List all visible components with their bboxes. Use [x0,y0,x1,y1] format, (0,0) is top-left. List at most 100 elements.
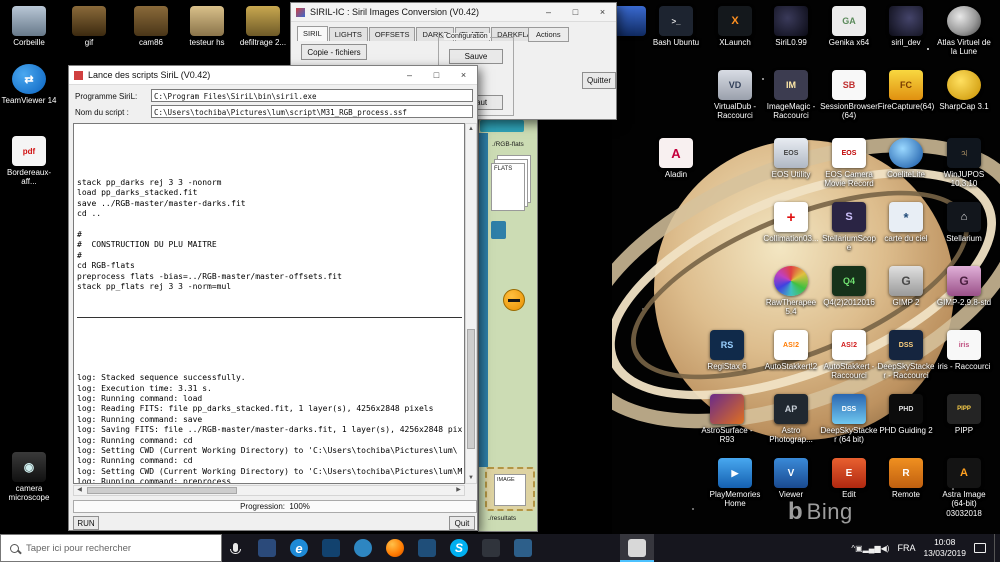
language-indicator[interactable]: FRA [897,543,915,553]
icon-registax[interactable]: RS RegiStax 6 [698,330,756,371]
icon-aladin[interactable]: A Aladin [647,138,705,179]
sauve-button[interactable]: Sauve [449,49,503,64]
flow-image-node[interactable]: IMAGE [485,467,535,511]
copie-fichiers-button[interactable]: Copie - fichiers [301,44,367,60]
scroll-left-icon[interactable]: ◀ [74,486,85,495]
icon-sharpcap[interactable]: SharpCap 3.1 [935,70,993,111]
icon-gif[interactable]: gif [60,6,118,47]
icon-sessionbrowser[interactable]: SB SessionBrowser (64) [820,70,878,121]
taskbar-app1-icon[interactable] [252,534,282,562]
icon-astro-photo[interactable]: AP Astro Photograp... [762,394,820,445]
icon-imagemagic[interactable]: IM ImageMagic - Raccourci [762,70,820,121]
flow-tab-decor[interactable] [480,120,524,132]
taskbar-edge-icon[interactable]: e [284,534,314,562]
icon-siril-099[interactable]: SiriL0.99 [762,6,820,47]
tray-volume-icon[interactable]: ◀) [881,544,890,553]
tab-lights[interactable]: LIGHTS [328,27,368,41]
icon-eos-utility[interactable]: EOS EOS Utility [762,138,820,179]
icon-bordereaux-pdf[interactable]: pdf Bordereaux-aff... [0,136,58,187]
icon-astrosurface[interactable]: AstroSurface -R93 [698,394,756,445]
icon-playmemories[interactable]: ▶ PlayMemories Home [706,458,764,509]
icon-corbeille[interactable]: Corbeille [0,6,58,47]
taskbar-firefox-icon[interactable] [380,534,410,562]
icon-collimation[interactable]: + Collimation03... [762,202,820,243]
icon-atlas-lune[interactable]: Atlas Virtuel de la Lune [935,6,993,57]
icon-winjupos[interactable]: ♃ WinJUPOS 10.3.10 [935,138,993,189]
icon-rawtherapee[interactable]: RawTherapee 5.4 [762,266,820,317]
icon-iris[interactable]: iris iris - Raccourci [935,330,993,371]
taskbar-app5-icon[interactable] [476,534,506,562]
scrollbar-thumb[interactable] [467,329,475,449]
icon-stellarium[interactable]: ⌂ Stellarium [935,202,993,243]
close-button[interactable]: × [589,3,616,21]
run-button[interactable]: RUN [73,516,99,530]
icon-phd2[interactable]: PHD PHD Guiding 2 [877,394,935,435]
taskbar-sirilic-icon[interactable] [620,534,654,562]
clock[interactable]: 10:08 13/03/2019 [923,537,966,558]
icon-siril-dev[interactable]: siril_dev [877,6,935,47]
tray-network-icon[interactable]: ▂▄▆ [863,544,881,553]
script-path-field[interactable]: C:\Users\tochiba\Pictures\lum\script\M31… [151,105,473,118]
vertical-scrollbar[interactable]: ▲ ▼ [465,123,477,484]
close-button[interactable]: × [450,66,477,84]
console-output[interactable]: stack pp_darks rej 3 3 -nonorm load pp_da… [73,123,465,484]
action-center-icon[interactable] [974,543,986,553]
search-input[interactable] [26,542,196,554]
taskbar-app2-icon[interactable] [316,534,346,562]
programme-path-field[interactable]: C:\Program Files\SiriL\bin\siril.exe [151,89,473,102]
horizontal-scrollbar[interactable]: ◀ ▶ [73,485,465,496]
taskbar-skype-icon[interactable]: S [444,534,474,562]
flow-merge-node[interactable] [503,289,525,311]
icon-teamviewer[interactable]: ⇄ TeamViewer 14 [0,64,58,105]
icon-bash-ubuntu[interactable]: >_ Bash Ubuntu [647,6,705,47]
maximize-button[interactable]: □ [423,66,450,84]
icon-autostakkert[interactable]: AS!2 AutoStakkert!2 [762,330,820,371]
icon-coelite[interactable]: CoeliteLite [877,138,935,179]
icon-q4[interactable]: Q4 Q4(2)2012016 [820,266,878,307]
icon-virtualdub[interactable]: VD VirtualDub - Raccourci [706,70,764,121]
taskbar-app6-icon[interactable] [508,534,538,562]
scroll-down-icon[interactable]: ▼ [466,473,476,483]
maximize-button[interactable]: □ [562,3,589,21]
show-desktop-button[interactable] [994,534,998,562]
icon-cam86[interactable]: cam86 [122,6,180,47]
tab-siril[interactable]: SIRIL [297,26,328,41]
icon-dss64[interactable]: DSS DeepSkyStacker (64 bit) [820,394,878,445]
icon-testeur-hs[interactable]: testeur hs [178,6,236,47]
tab-offsets[interactable]: OFFSETS [368,27,416,41]
scroll-right-icon[interactable]: ▶ [453,486,464,495]
icon-remote[interactable]: R Remote [877,458,935,499]
icon-genika[interactable]: GA Genika x64 [820,6,878,47]
icon-xlaunch[interactable]: X XLaunch [706,6,764,47]
taskbar-app4-icon[interactable] [412,534,442,562]
icon-gimp2[interactable]: G GIMP 2 [877,266,935,307]
minimize-button[interactable]: – [535,3,562,21]
icon-firecapture[interactable]: FC FireCapture(64) [877,70,935,111]
icon-defiltrage[interactable]: defiltrage 2... [234,6,292,47]
icon-eos-movie[interactable]: EOS EOS Camera Movie Record [820,138,878,189]
tray-pc-icon[interactable]: ▣ [855,544,863,553]
icon-carte-du-ciel[interactable]: * carte du ciel [877,202,935,243]
icon-astra-image[interactable]: A Astra Image (64-bit) 03032018 [935,458,993,518]
minimize-button[interactable]: – [396,66,423,84]
quit-button[interactable]: Quit [449,516,475,530]
icon-viewer[interactable]: V Viewer [762,458,820,499]
quitter-button[interactable]: Quitter [582,72,616,89]
icon-camera-microscope[interactable]: ◉ camera microscope [0,452,58,503]
taskbar-search[interactable] [0,534,222,562]
icon-pipp[interactable]: PIPP PIPP [935,394,993,435]
scrollbar-thumb[interactable] [87,487,237,494]
icon-edit[interactable]: E Edit [820,458,878,499]
script-titlebar[interactable]: Lance des scripts SiriL (V0.42) – □ × [69,66,477,85]
taskbar-app3-icon[interactable] [348,534,378,562]
icon-stellariumscope[interactable]: S StellariumScope [820,202,878,253]
sirilic-titlebar[interactable]: SIRIL-IC : Siril Images Conversion (V0.4… [291,3,616,22]
flats-node[interactable]: FLATS [491,155,533,213]
icon-autostakkert-rac[interactable]: AS!2 AutoStakkert - Raccourci [820,330,878,381]
actions-menu-button[interactable]: Actions [528,27,569,42]
scroll-up-icon[interactable]: ▲ [466,124,476,134]
microphone-icon[interactable] [222,534,248,562]
icon-gimp-298[interactable]: G GIMP-2.9.8-std [935,266,993,307]
icon-dss-raccourci[interactable]: DSS DeepSkyStacker - Raccourci [877,330,935,381]
desktop-icon-image: EOS [832,138,866,168]
